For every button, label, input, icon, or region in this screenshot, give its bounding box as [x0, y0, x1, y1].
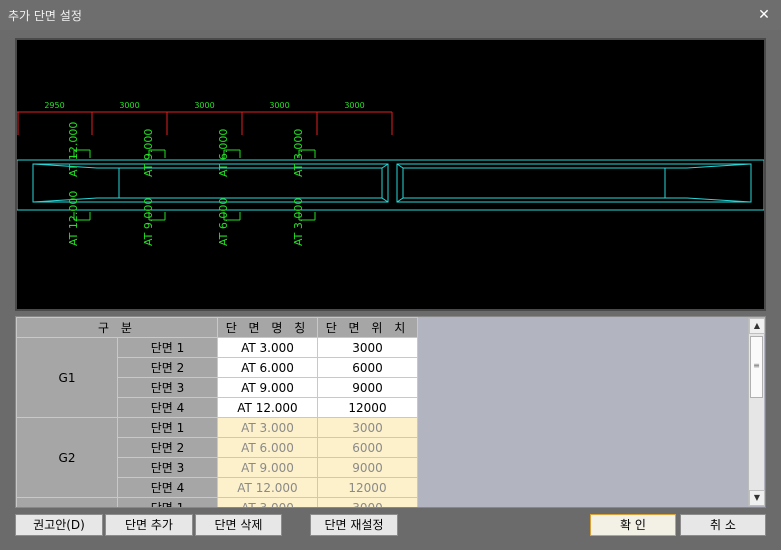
cancel-button[interactable]: 취 소 — [680, 514, 766, 536]
section-cell: 단면 4 — [117, 397, 218, 418]
section-label-bottom: AT 12.000 — [67, 191, 80, 246]
ok-button[interactable]: 확 인 — [590, 514, 676, 536]
scroll-down-icon[interactable]: ▼ — [749, 490, 765, 506]
section-label-top: AT 3.000 — [292, 129, 305, 177]
section-position-cell[interactable]: 9000 — [317, 457, 418, 478]
section-grid[interactable]: 구 분 단 면 명 칭 단 면 위 치 G1 단면 1 AT 3.000 3000 단면… — [15, 316, 766, 508]
table-row[interactable]: G2 단면 1 AT 3.000 3000 — [16, 417, 418, 498]
section-drawing: 2950 3000 3000 3000 3000 AT 12.000 AT 12.000 A… — [16, 101, 765, 246]
section-cell: 단면 3 — [117, 457, 218, 478]
girder-2-outline — [396, 163, 752, 203]
table-row[interactable]: G1 단면 1 AT 3.000 3000 — [16, 337, 418, 418]
section-label-top: AT 6.000 — [217, 129, 230, 177]
section-cell: 단면 3 — [117, 377, 218, 398]
group-cell: G1 — [16, 337, 118, 418]
section-position-cell[interactable]: 3000 — [317, 497, 418, 507]
reset-section-button[interactable]: 단면 재설정 — [310, 514, 398, 536]
section-name-cell[interactable]: AT 3.000 — [217, 417, 318, 438]
section-label-top: AT 12.000 — [67, 122, 80, 177]
group-cell: G2 — [16, 417, 118, 498]
section-name-cell[interactable]: AT 9.000 — [217, 457, 318, 478]
section-name-cell[interactable]: AT 3.000 — [217, 497, 318, 507]
section-table: 구 분 단 면 명 칭 단 면 위 치 G1 단면 1 AT 3.000 3000 단면… — [16, 317, 418, 507]
girder-1-taper-bottom — [32, 197, 389, 203]
table-header-row: 구 분 단 면 명 칭 단 면 위 치 — [16, 317, 418, 338]
section-position-cell[interactable]: 3000 — [317, 417, 418, 438]
header-group: 구 분 — [16, 317, 218, 338]
girder-1-outline — [32, 163, 389, 203]
section-cell: 단면 4 — [117, 477, 218, 498]
table-row[interactable]: 단면 1 AT 3.000 3000 — [16, 497, 418, 507]
close-button[interactable]: ✕ — [753, 4, 775, 26]
section-cell: 단면 1 — [117, 497, 218, 507]
section-name-cell[interactable]: AT 6.000 — [217, 437, 318, 458]
section-label-bottom: AT 3.000 — [292, 198, 305, 246]
section-name-cell[interactable]: AT 12.000 — [217, 397, 318, 418]
section-cell: 단면 1 — [117, 337, 218, 358]
dimension-label: 3000 — [194, 101, 214, 110]
section-position-cell[interactable]: 3000 — [317, 337, 418, 358]
section-name-cell[interactable]: AT 6.000 — [217, 357, 318, 378]
scroll-up-icon[interactable]: ▲ — [749, 318, 765, 334]
girder-2-taper-bottom — [396, 197, 752, 203]
section-cell: 단면 2 — [117, 437, 218, 458]
girder-2-taper-top — [396, 163, 752, 169]
section-position-cell[interactable]: 6000 — [317, 437, 418, 458]
window-title: 추가 단면 설정 — [8, 9, 82, 23]
scroll-thumb[interactable]: ≡ — [750, 336, 763, 398]
title-bar: 추가 단면 설정 ✕ — [0, 0, 781, 30]
header-section-position: 단 면 위 치 — [317, 317, 418, 338]
section-position-cell[interactable]: 12000 — [317, 477, 418, 498]
dimension-label: 3000 — [344, 101, 364, 110]
section-position-cell[interactable]: 12000 — [317, 397, 418, 418]
dimension-label: 2950 — [44, 101, 64, 110]
section-name-cell[interactable]: AT 3.000 — [217, 337, 318, 358]
recommended-button[interactable]: 권고안(D) — [15, 514, 103, 536]
girder-1-taper-top — [32, 163, 389, 169]
vertical-scrollbar[interactable]: ▲ ≡ ▼ — [748, 318, 765, 506]
delete-section-button[interactable]: 단면 삭제 — [195, 514, 282, 536]
section-cell: 단면 1 — [117, 417, 218, 438]
section-cell: 단면 2 — [117, 357, 218, 378]
section-label-bottom: AT 6.000 — [217, 198, 230, 246]
group-cell — [16, 497, 118, 507]
section-position-cell[interactable]: 6000 — [317, 357, 418, 378]
section-name-cell[interactable]: AT 9.000 — [217, 377, 318, 398]
dimension-label: 3000 — [269, 101, 289, 110]
section-preview-canvas[interactable]: 2950 3000 3000 3000 3000 AT 12.000 AT 12.000 A… — [15, 38, 766, 311]
section-label-top: AT 9.000 — [142, 129, 155, 177]
section-position-cell[interactable]: 9000 — [317, 377, 418, 398]
section-label-bottom: AT 9.000 — [142, 198, 155, 246]
add-section-button[interactable]: 단면 추가 — [105, 514, 193, 536]
header-section-name: 단 면 명 칭 — [217, 317, 318, 338]
dimension-label: 3000 — [119, 101, 139, 110]
section-name-cell[interactable]: AT 12.000 — [217, 477, 318, 498]
